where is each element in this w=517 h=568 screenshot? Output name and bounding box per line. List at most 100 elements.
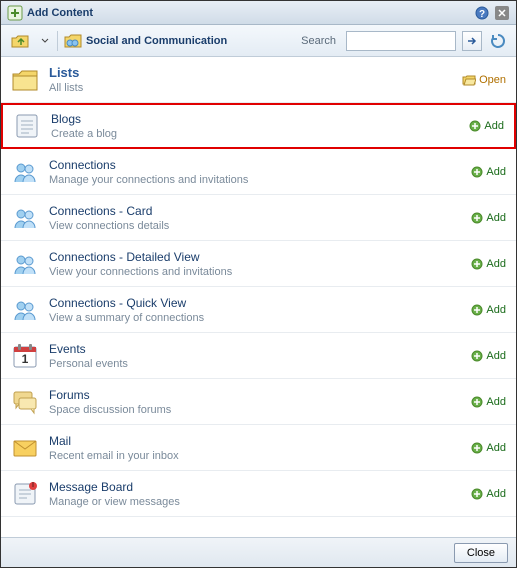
people-icon <box>11 296 39 324</box>
add-label: Add <box>486 488 506 500</box>
add-label: Add <box>486 350 506 362</box>
search-go-button[interactable] <box>462 31 482 51</box>
list-item: Connections Manage your connections and i… <box>1 149 516 195</box>
people-icon <box>11 158 39 186</box>
add-button[interactable]: Add <box>471 396 506 408</box>
item-desc: Create a blog <box>51 128 469 140</box>
dialog-footer: Close <box>1 537 516 567</box>
item-text: Events Personal events <box>49 342 471 370</box>
item-desc: Manage or view messages <box>49 496 471 508</box>
add-label: Add <box>486 396 506 408</box>
item-desc: All lists <box>49 82 462 94</box>
folder-open-icon <box>462 74 476 86</box>
item-desc: Manage your connections and invitations <box>49 174 471 186</box>
item-text: Blogs Create a blog <box>51 112 469 140</box>
plus-icon <box>471 396 483 408</box>
close-icon[interactable] <box>494 5 510 21</box>
plus-icon <box>471 442 483 454</box>
item-text: Message Board Manage or view messages <box>49 480 471 508</box>
open-button[interactable]: Open <box>462 74 506 86</box>
add-label: Add <box>486 258 506 270</box>
open-label: Open <box>479 74 506 86</box>
list-item: Connections - Quick View View a summary o… <box>1 287 516 333</box>
list-item: Mail Recent email in your inbox Add <box>1 425 516 471</box>
breadcrumb-label: Social and Communication <box>86 35 227 47</box>
help-icon[interactable]: ? <box>474 5 490 21</box>
item-text: Connections Manage your connections and i… <box>49 158 471 186</box>
item-text: Connections - Quick View View a summary o… <box>49 296 471 324</box>
toolbar: Social and Communication Search <box>1 25 516 57</box>
add-label: Add <box>486 442 506 454</box>
add-label: Add <box>486 304 506 316</box>
plus-icon <box>471 166 483 178</box>
plus-icon <box>471 350 483 362</box>
svg-text:1: 1 <box>22 352 29 366</box>
content-list: Lists All lists Open Blogs Create a blog Add C… <box>1 57 516 537</box>
doc-icon <box>13 112 41 140</box>
search-input[interactable] <box>346 31 456 51</box>
add-button[interactable]: Add <box>471 166 506 178</box>
item-title[interactable]: Forums <box>49 388 471 402</box>
up-folder-button[interactable] <box>9 31 33 51</box>
plus-icon <box>471 258 483 270</box>
folder-icon <box>64 33 82 49</box>
plus-icon <box>471 488 483 500</box>
dialog-titlebar: Add Content ? <box>1 1 516 25</box>
list-item: Lists All lists Open <box>1 57 516 103</box>
plus-icon <box>471 212 483 224</box>
item-title[interactable]: Mail <box>49 434 471 448</box>
list-item: Connections - Card View connections detai… <box>1 195 516 241</box>
add-button[interactable]: Add <box>471 258 506 270</box>
item-desc: View your connections and invitations <box>49 266 471 278</box>
people-icon <box>11 250 39 278</box>
item-title[interactable]: Lists <box>49 65 462 80</box>
list-item: Message Board Manage or view messages Add <box>1 471 516 517</box>
dropdown-arrow-icon[interactable] <box>39 35 51 47</box>
add-label: Add <box>484 120 504 132</box>
add-button[interactable]: Add <box>471 212 506 224</box>
toolbar-separator <box>57 31 58 51</box>
item-title[interactable]: Blogs <box>51 112 469 126</box>
item-text: Lists All lists <box>49 65 462 94</box>
item-title[interactable]: Events <box>49 342 471 356</box>
item-title[interactable]: Connections - Quick View <box>49 296 471 310</box>
calendar-icon: 1 <box>11 342 39 370</box>
item-desc: View a summary of connections <box>49 312 471 324</box>
dialog-title: Add Content <box>27 7 470 19</box>
board-icon <box>11 480 39 508</box>
svg-text:?: ? <box>479 9 485 20</box>
list-item: Forums Space discussion forums Add <box>1 379 516 425</box>
forum-icon <box>11 388 39 416</box>
item-text: Connections - Detailed View View your con… <box>49 250 471 278</box>
breadcrumb[interactable]: Social and Communication <box>64 33 295 49</box>
item-title[interactable]: Message Board <box>49 480 471 494</box>
item-desc: View connections details <box>49 220 471 232</box>
item-title[interactable]: Connections - Card <box>49 204 471 218</box>
item-text: Forums Space discussion forums <box>49 388 471 416</box>
add-button[interactable]: Add <box>471 442 506 454</box>
add-button[interactable]: Add <box>471 488 506 500</box>
item-title[interactable]: Connections - Detailed View <box>49 250 471 264</box>
item-desc: Space discussion forums <box>49 404 471 416</box>
refresh-button[interactable] <box>488 31 508 51</box>
add-button[interactable]: Add <box>471 304 506 316</box>
list-item: Connections - Detailed View View your con… <box>1 241 516 287</box>
mail-icon <box>11 434 39 462</box>
item-desc: Personal events <box>49 358 471 370</box>
add-label: Add <box>486 212 506 224</box>
item-desc: Recent email in your inbox <box>49 450 471 462</box>
list-item: Blogs Create a blog Add <box>1 103 516 149</box>
item-text: Connections - Card View connections detai… <box>49 204 471 232</box>
folder-icon <box>11 66 39 94</box>
people-icon <box>11 204 39 232</box>
add-button[interactable]: Add <box>469 120 504 132</box>
add-content-icon <box>7 5 23 21</box>
plus-icon <box>471 304 483 316</box>
plus-icon <box>469 120 481 132</box>
add-label: Add <box>486 166 506 178</box>
item-title[interactable]: Connections <box>49 158 471 172</box>
list-item: 1 Events Personal events Add <box>1 333 516 379</box>
close-button[interactable]: Close <box>454 543 508 563</box>
search-label: Search <box>301 35 336 47</box>
add-button[interactable]: Add <box>471 350 506 362</box>
